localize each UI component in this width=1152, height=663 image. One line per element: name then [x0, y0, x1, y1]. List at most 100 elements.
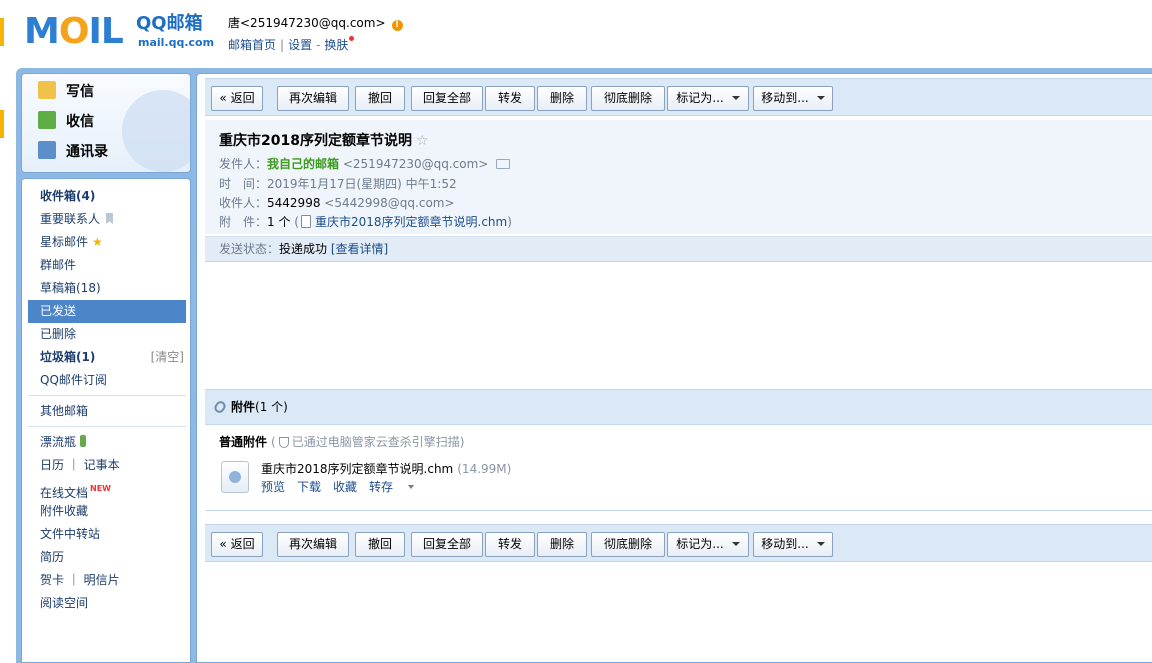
attachment-link[interactable]: 重庆市2018序列定额章节说明.chm: [315, 215, 507, 229]
contacts-icon: [38, 141, 56, 159]
attachment-file-size: (14.99M): [457, 462, 512, 476]
logo-qq-title: QQ邮箱: [136, 13, 203, 34]
link-separator: |: [280, 38, 285, 52]
shield-icon: [278, 437, 289, 448]
paperclip-icon: [212, 399, 228, 415]
user-name[interactable]: 唐<251947230@qq.com>: [228, 16, 386, 30]
compose-icon: [38, 81, 56, 99]
link-settings[interactable]: 设置: [288, 38, 312, 52]
sidebar-item-online-docs[interactable]: 在线文档 NEW: [28, 477, 186, 500]
from-name[interactable]: 我自己的邮箱: [267, 157, 339, 171]
new-badge: NEW: [90, 484, 111, 493]
delete-button[interactable]: 删除: [537, 86, 587, 111]
forward-button[interactable]: 转发: [485, 532, 535, 557]
sidebar-item-cards-postcards[interactable]: 贺卡 ｜ 明信片: [28, 569, 186, 592]
mark-as-dropdown[interactable]: 标记为...: [667, 86, 749, 111]
compose-button[interactable]: 写信: [38, 81, 94, 103]
receive-button[interactable]: 收信: [38, 111, 94, 133]
sidebar-divider: [28, 426, 186, 427]
sidebar-item-calendar-notes[interactable]: 日历 ｜ 记事本: [28, 454, 186, 477]
attachment-label: 附 件：: [219, 215, 268, 229]
sidebar-item-label: 简历: [40, 550, 65, 564]
attachment-file: 重庆市2018序列定额章节说明.chm (14.99M): [261, 460, 511, 477]
mail-toolbar-bottom: « 返回 再次编辑 撤回 回复全部 转发 删除 彻底删除 标记为... 移动到.…: [205, 524, 1152, 562]
chevron-down-icon: [816, 96, 825, 100]
mail-read-panel: « 返回 再次编辑 撤回 回复全部 转发 删除 彻底删除 标记为... 移动到.…: [196, 73, 1152, 663]
attachment-count: 1 个: [267, 215, 291, 229]
sidebar-item-label: 群邮件: [40, 258, 77, 272]
normal-attachments-label: 普通附件: [219, 435, 268, 449]
to-label: 收件人：: [219, 196, 268, 210]
sidebar-item-spam[interactable]: 垃圾箱(1) [清空]: [28, 346, 186, 369]
link-mail-home[interactable]: 邮箱首页: [228, 38, 276, 52]
sidebar-item-qq-subscription[interactable]: QQ邮件订阅: [28, 369, 186, 392]
sidebar-item-resume[interactable]: 简历: [28, 546, 186, 569]
left-edge-tab: [0, 110, 4, 138]
status-detail-link[interactable]: [查看详情]: [331, 242, 388, 256]
move-to-dropdown[interactable]: 移动到...: [753, 86, 833, 111]
sidebar-item-other-mailboxes[interactable]: 其他邮箱: [28, 400, 186, 423]
link-skin[interactable]: 换肤: [324, 38, 348, 52]
back-button[interactable]: « 返回: [211, 532, 263, 557]
sidebar-item-reading-space[interactable]: 阅读空间: [28, 592, 186, 615]
star-outline-icon[interactable]: ☆: [416, 133, 429, 149]
empty-spam-link[interactable]: [清空]: [151, 346, 184, 369]
chevron-down-icon: [408, 485, 415, 489]
contact-card-icon[interactable]: [496, 159, 511, 169]
favorite-link[interactable]: 收藏: [333, 480, 357, 494]
save-to-dropdown[interactable]: 转存: [369, 480, 426, 494]
sidebar-item-group-mail[interactable]: 群邮件: [28, 254, 186, 277]
sidebar-item-label: 星标邮件: [40, 235, 89, 249]
forward-button[interactable]: 转发: [485, 86, 535, 111]
alert-icon[interactable]: !: [391, 20, 403, 31]
sidebar-item-label: 其他邮箱: [40, 404, 89, 418]
status-label: 发送状态：: [219, 242, 280, 256]
preview-link[interactable]: 预览: [261, 480, 285, 494]
sidebar-item-file-transfer[interactable]: 文件中转站: [28, 523, 186, 546]
sidebar-item-label: 在线文档: [40, 486, 89, 500]
qq-mail-logo[interactable]: MOIL QQ邮箱 mail.qq.com: [24, 12, 214, 52]
edit-again-button[interactable]: 再次编辑: [277, 86, 349, 111]
sidebar-item-drafts[interactable]: 草稿箱(18): [28, 277, 186, 300]
sidebar-item-sent[interactable]: 已发送: [28, 300, 186, 323]
delete-forever-button[interactable]: 彻底删除: [591, 86, 665, 111]
status-value: 投递成功: [279, 242, 328, 256]
penguin-watermark-icon: [122, 90, 190, 172]
sidebar-item-label: 文件中转站: [40, 527, 101, 541]
back-button[interactable]: « 返回: [211, 86, 263, 111]
paren-open: (: [294, 215, 299, 229]
download-link[interactable]: 下载: [297, 480, 321, 494]
mail-header: 重庆市2018序列定额章节说明 ☆ 发件人：我自己的邮箱 <251947230@q…: [205, 120, 1152, 234]
sidebar-item-label: 漂流瓶: [40, 435, 77, 449]
sidebar-item-attachment-favorites[interactable]: 附件收藏: [28, 500, 186, 523]
sidebar-item-drift-bottle[interactable]: 漂流瓶: [28, 431, 186, 454]
sidebar-item-starred[interactable]: 星标邮件 ★: [28, 231, 186, 254]
move-to-label: 移动到...: [761, 537, 809, 551]
sidebar-item-label: 附件收藏: [40, 504, 89, 518]
sidebar-item-label: 垃圾箱(1): [40, 350, 96, 364]
sidebar-folders: 收件箱(4) 重要联系人 星标邮件 ★ 群邮件 草稿箱(18) 已发送 已删除 垃…: [21, 178, 191, 663]
delete-button[interactable]: 删除: [537, 532, 587, 557]
chm-file-icon[interactable]: [221, 461, 249, 493]
attachment-file-name[interactable]: 重庆市2018序列定额章节说明.chm: [261, 462, 453, 476]
reply-all-button[interactable]: 回复全部: [411, 86, 483, 111]
contacts-button[interactable]: 通讯录: [38, 141, 108, 163]
mark-as-dropdown[interactable]: 标记为...: [667, 532, 749, 557]
sidebar-item-inbox[interactable]: 收件箱(4): [28, 185, 186, 208]
delete-forever-button[interactable]: 彻底删除: [591, 532, 665, 557]
recall-button[interactable]: 撤回: [355, 86, 405, 111]
header: MOIL QQ邮箱 mail.qq.com 唐<251947230@qq.com…: [0, 0, 1152, 68]
recall-button[interactable]: 撤回: [355, 532, 405, 557]
sidebar-item-important-contacts[interactable]: 重要联系人: [28, 208, 186, 231]
attachments-header: 附件(1 个): [205, 389, 1152, 425]
scan-note: 已通过电脑管家云查杀引擎扫描: [291, 435, 460, 449]
logo-site: mail.qq.com: [138, 36, 215, 49]
sidebar-item-label: 日历 ｜ 记事本: [40, 458, 120, 472]
chevron-down-icon: [816, 542, 825, 546]
sidebar-item-label: 已删除: [40, 327, 77, 341]
edit-again-button[interactable]: 再次编辑: [277, 532, 349, 557]
sidebar-item-deleted[interactable]: 已删除: [28, 323, 186, 346]
to-name[interactable]: 5442998: [267, 196, 320, 210]
move-to-dropdown[interactable]: 移动到...: [753, 532, 833, 557]
reply-all-button[interactable]: 回复全部: [411, 532, 483, 557]
